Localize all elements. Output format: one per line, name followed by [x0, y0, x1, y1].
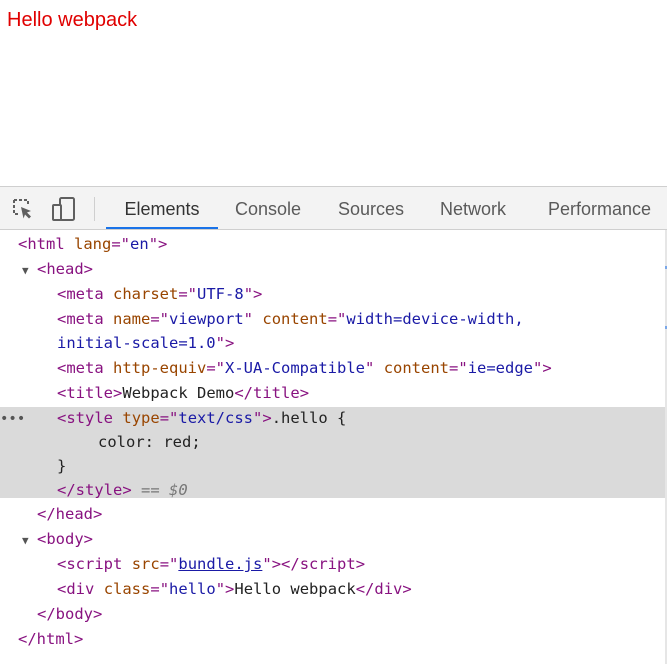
bundle-js-link[interactable]: bundle.js — [178, 555, 262, 573]
dom-node-meta-viewport[interactable]: <meta name="viewport" content="width=dev… — [0, 307, 667, 332]
dom-node-body-close[interactable]: </body> — [0, 602, 667, 627]
css-close-line: } — [57, 457, 67, 475]
dom-node-meta-http-equiv[interactable]: <meta http-equiv="X-UA-Compatible" conte… — [0, 356, 667, 381]
device-icon — [52, 197, 75, 221]
page-viewport: Hello webpack — [0, 0, 667, 186]
toolbar-divider — [94, 197, 95, 221]
dom-node-div[interactable]: <div class="hello">Hello webpack</div> — [0, 577, 667, 602]
dom-node-style-close[interactable]: </style> == $0 — [0, 478, 667, 503]
inspect-element-button[interactable] — [10, 196, 36, 222]
css-rule-line: color: red; — [98, 433, 201, 451]
tab-performance[interactable]: Performance — [548, 187, 651, 229]
selection-marker: == $0 — [141, 481, 188, 499]
dom-node-meta-viewport-cont: initial-scale=1.0"> — [57, 334, 235, 352]
devtools-toolbar: Elements Console Sources Network Perform… — [0, 186, 667, 230]
tab-console[interactable]: Console — [235, 187, 301, 229]
dom-node-html-close[interactable]: </html> — [0, 627, 667, 652]
hello-text: Hello webpack — [7, 9, 138, 31]
tab-elements[interactable]: Elements — [106, 187, 218, 229]
dom-node-body[interactable]: <body> — [0, 527, 667, 552]
dom-node-style[interactable]: <style type="text/css">.hello { — [0, 406, 667, 431]
cursor-select-icon — [13, 199, 31, 219]
dom-tree: ••• <html lang="en"> ▼ <head> <meta char… — [0, 230, 667, 664]
dom-node-meta-charset[interactable]: <meta charset="UTF-8"> — [0, 282, 667, 307]
dom-node-head-close[interactable]: </head> — [0, 502, 667, 527]
tab-network[interactable]: Network — [440, 187, 506, 229]
dom-node-title[interactable]: <title>Webpack Demo</title> — [0, 381, 667, 406]
dom-node-head[interactable]: <head> — [0, 257, 667, 282]
devtools-panel: Elements Console Sources Network Perform… — [0, 186, 667, 664]
dom-node-html[interactable]: <html lang="en"> — [0, 232, 667, 257]
dom-node-script[interactable]: <script src="bundle.js"></script> — [0, 552, 667, 577]
device-toolbar-button[interactable] — [51, 196, 77, 222]
tab-sources[interactable]: Sources — [338, 187, 404, 229]
